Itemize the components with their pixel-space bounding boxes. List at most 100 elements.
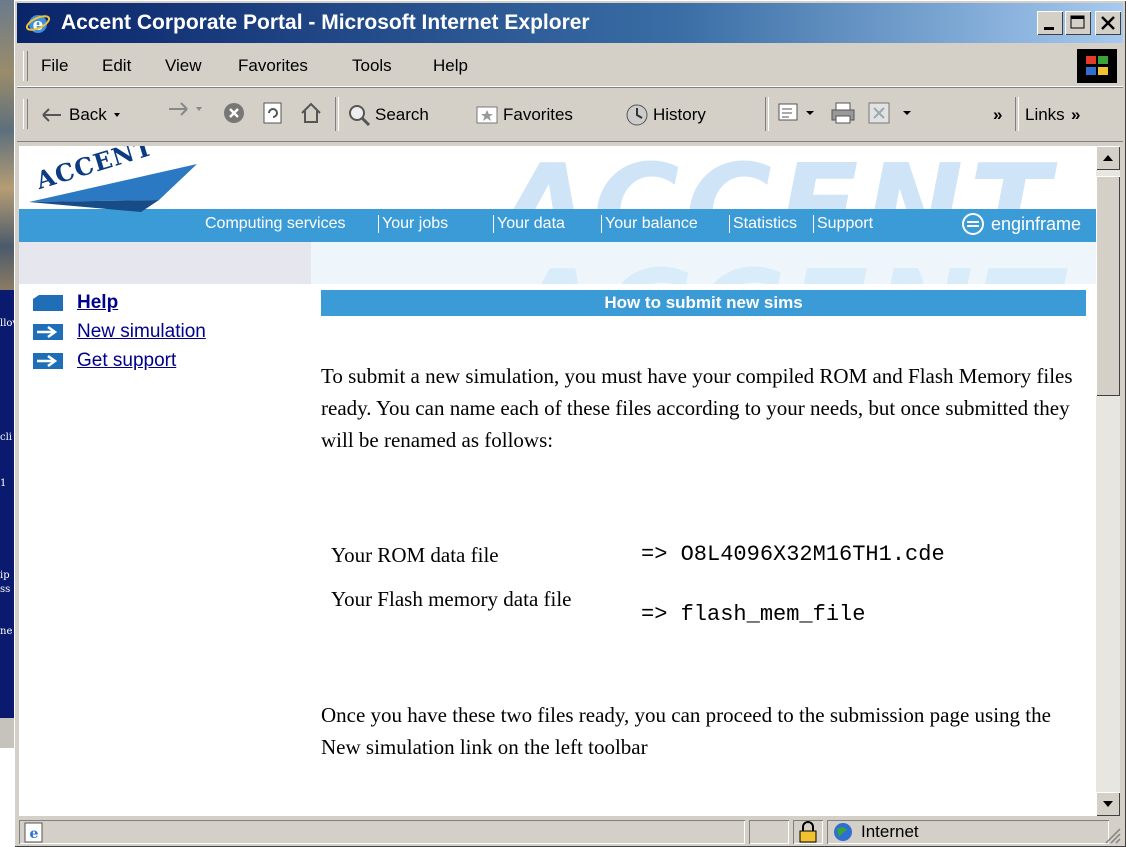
background-text-fragment: cli: [0, 432, 12, 443]
search-button[interactable]: Search: [347, 101, 429, 129]
resize-grip-icon[interactable]: [1103, 826, 1121, 844]
sidebar-item-get-support[interactable]: Get support: [31, 350, 176, 372]
window-title: Accent Corporate Portal - Microsoft Inte…: [61, 11, 590, 34]
forward-arrow-icon: [169, 102, 188, 116]
sidebar-item-label[interactable]: Get support: [77, 350, 176, 372]
back-button[interactable]: Back: [41, 101, 127, 129]
background-text-fragment: ne: [0, 626, 13, 637]
edit-page-icon: [868, 102, 890, 124]
mail-icon: [778, 103, 798, 121]
stop-icon: [224, 103, 244, 123]
sidebar-item-help[interactable]: Help: [31, 292, 118, 314]
globe-icon: [834, 823, 852, 841]
background-text-fragment: 1: [0, 478, 7, 489]
edit-dropdown-icon[interactable]: [893, 108, 917, 118]
sidebar-header-band: [19, 242, 311, 284]
sidebar-item-new-simulation[interactable]: New simulation: [31, 321, 206, 343]
folder-tab-icon: [33, 295, 63, 311]
flash-file-label: Your Flash memory data file: [331, 587, 572, 611]
toolbar-separator: [335, 97, 339, 131]
edit-button[interactable]: [867, 101, 917, 125]
background-panel: [0, 748, 14, 847]
standard-toolbar: Back Search Favorites History » Links »: [17, 89, 1123, 142]
toolbar-overflow-chevron[interactable]: »: [993, 101, 1002, 129]
favorites-icon: [476, 106, 498, 124]
enginframe-icon: [961, 213, 984, 235]
minimize-button[interactable]: [1037, 11, 1063, 35]
menu-favorites[interactable]: Favorites: [238, 56, 308, 76]
security-zone-label: Internet: [861, 822, 919, 841]
rom-file-value: => O8L4096X32M16TH1.cde: [641, 542, 945, 567]
nav-your-data[interactable]: Your data: [493, 215, 565, 233]
links-overflow-chevron[interactable]: »: [1071, 101, 1080, 129]
accent-logo[interactable]: ACCENT: [29, 146, 199, 219]
ie-logo-icon: e: [25, 15, 51, 35]
nav-statistics[interactable]: Statistics: [729, 215, 797, 233]
menu-help[interactable]: Help: [433, 56, 468, 76]
toolbar-grip[interactable]: [23, 99, 28, 129]
sidebar-item-label[interactable]: Help: [77, 292, 118, 314]
close-button[interactable]: [1095, 11, 1121, 35]
back-arrow-icon: [42, 108, 61, 122]
menu-view[interactable]: View: [165, 56, 202, 76]
rom-file-label: Your ROM data file: [331, 543, 499, 567]
scrollbar-thumb[interactable]: [1096, 176, 1120, 396]
stop-button[interactable]: [222, 101, 246, 125]
history-button[interactable]: History: [625, 101, 706, 129]
nav-support[interactable]: Support: [813, 215, 873, 233]
enginframe-label: enginframe: [990, 213, 1081, 234]
nav-your-jobs[interactable]: Your jobs: [378, 215, 448, 233]
menu-edit[interactable]: Edit: [102, 56, 131, 76]
sidebar-item-label[interactable]: New simulation: [77, 321, 206, 343]
status-progress-pane: [749, 820, 789, 844]
arrow-right-icon: [33, 353, 63, 369]
back-dropdown-icon[interactable]: [107, 110, 127, 120]
security-zone-pane[interactable]: Internet: [827, 820, 1109, 844]
search-icon: [349, 105, 371, 127]
forward-dropdown-icon[interactable]: [189, 104, 209, 114]
refresh-button[interactable]: [261, 101, 285, 125]
enginframe-logo: enginframe: [961, 212, 1081, 236]
scroll-up-button[interactable]: [1096, 146, 1120, 170]
refresh-icon: [263, 102, 282, 124]
nav-computing-services[interactable]: Computing services: [205, 215, 346, 233]
arrow-right-icon: [33, 324, 63, 340]
svg-text:e: e: [30, 826, 39, 842]
home-icon: [301, 102, 321, 123]
maximize-button[interactable]: [1065, 11, 1091, 35]
menu-bar: File Edit View Favorites Tools Help: [17, 46, 1123, 87]
print-button[interactable]: [830, 101, 856, 125]
intro-paragraph: To submit a new simulation, you must hav…: [321, 364, 1073, 452]
flash-file-value: => flash_mem_file: [641, 602, 866, 627]
security-pane[interactable]: [793, 820, 823, 844]
menu-grip[interactable]: [23, 51, 28, 81]
favorites-button[interactable]: Favorites: [475, 101, 573, 129]
section-title: How to submit new sims: [321, 290, 1086, 316]
links-bar-label[interactable]: Links: [1025, 101, 1065, 129]
mail-button[interactable]: [777, 101, 817, 125]
scroll-down-button[interactable]: [1096, 792, 1120, 816]
background-text-fragment: ss: [0, 584, 11, 595]
mail-dropdown-icon[interactable]: [803, 108, 817, 118]
page-status-icon: e: [24, 822, 43, 843]
title-bar[interactable]: e Accent Corporate Portal - Microsoft In…: [17, 3, 1123, 43]
history-icon: [626, 104, 648, 126]
vertical-scrollbar[interactable]: [1096, 146, 1120, 816]
menu-file[interactable]: File: [41, 56, 68, 76]
home-button[interactable]: [299, 101, 323, 125]
toolbar-separator: [765, 97, 769, 131]
outro-paragraph: Once you have these two files ready, you…: [321, 703, 1051, 759]
status-text-pane: e: [19, 820, 745, 844]
background-text-fragment: ip: [0, 570, 10, 581]
menu-tools[interactable]: Tools: [352, 56, 392, 76]
background-window: llov cli 1 ip ss ne: [0, 0, 18, 847]
page-viewport[interactable]: ACCENT ACCENT Computing services Your jo…: [19, 146, 1096, 816]
nav-your-balance[interactable]: Your balance: [601, 215, 698, 233]
padlock-icon: [799, 821, 817, 843]
close-icon: [1101, 16, 1115, 30]
browser-window: e Accent Corporate Portal - Microsoft In…: [14, 0, 1126, 847]
search-label: Search: [375, 105, 429, 124]
forward-button[interactable]: [167, 101, 209, 117]
scroll-down-icon: [1103, 801, 1113, 807]
toolbar-separator: [1015, 97, 1019, 131]
